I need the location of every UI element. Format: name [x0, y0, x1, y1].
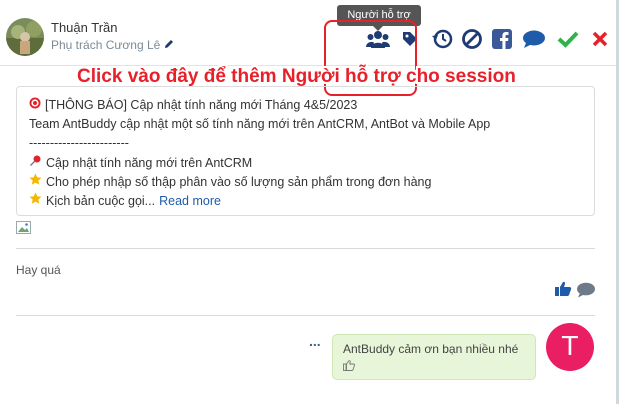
- user-role-label: Phụ trách Cương Lê: [51, 38, 161, 52]
- check-icon: [557, 30, 579, 53]
- conversation-panel: Thuận Trần Phụ trách Cương Lê Người hỗ t…: [0, 0, 619, 404]
- announcement-title: [THÔNG BÁO] Cập nhật tính năng mới Tháng…: [45, 98, 358, 112]
- target-icon: [29, 96, 41, 115]
- user-avatar[interactable]: [6, 18, 44, 56]
- pencil-icon[interactable]: [164, 38, 174, 52]
- resolve-button[interactable]: [556, 29, 580, 53]
- close-icon: [591, 30, 609, 53]
- announcement-item-2: Cho phép nhập số thập phân vào số lượng …: [29, 173, 582, 192]
- announcement-item-2-text: Cho phép nhập số thập phân vào số lượng …: [46, 174, 432, 189]
- star-icon: [29, 173, 42, 192]
- annotation-callout: Click vào đây để thêm Người hỗ trợ cho s…: [77, 66, 516, 87]
- close-button[interactable]: [588, 29, 612, 53]
- pushpin-icon: [29, 154, 42, 173]
- announcement-item-1-text: Cập nhật tính năng mới trên AntCRM: [46, 155, 253, 170]
- bubble-thumbs-up-icon[interactable]: [343, 360, 525, 374]
- chat-icon: [522, 29, 546, 54]
- tag-button[interactable]: [398, 29, 422, 53]
- announcement-item-1: Cập nhật tính năng mới trên AntCRM: [29, 154, 582, 173]
- message-button[interactable]: [522, 29, 546, 53]
- users-icon: [366, 29, 390, 54]
- reply-bubble: AntBuddy cảm ơn bạn nhiều nhé: [332, 334, 536, 380]
- read-more-link[interactable]: Read more: [159, 192, 221, 211]
- reply-text: AntBuddy cảm ơn bạn nhiều nhé: [343, 342, 519, 356]
- facebook-button[interactable]: [490, 28, 514, 55]
- thumbs-up-icon[interactable]: [554, 281, 572, 302]
- add-supporter-button[interactable]: [366, 29, 390, 53]
- star-icon: [29, 192, 42, 211]
- user-role: Phụ trách Cương Lê: [51, 38, 174, 52]
- announcement-card: [THÔNG BÁO] Cập nhật tính năng mới Tháng…: [16, 86, 595, 216]
- divider: [16, 248, 595, 249]
- tag-icon: [401, 30, 419, 53]
- announcement-separator: ------------------------: [29, 136, 129, 151]
- announcement-item-3-text: Kịch bản cuộc gọi...: [46, 194, 156, 209]
- announcement-title-line: [THÔNG BÁO] Cập nhật tính năng mới Tháng…: [29, 96, 582, 115]
- history-button[interactable]: [430, 29, 454, 53]
- block-icon: [461, 28, 483, 55]
- announcement-intro: Team AntBuddy cập nhật một số tính năng …: [29, 117, 491, 132]
- announcement-item-3: Kịch bản cuộc gọi... Read more: [29, 192, 582, 211]
- more-options-dots[interactable]: ...: [309, 333, 321, 349]
- block-button[interactable]: [460, 28, 484, 55]
- reply-chat-icon[interactable]: [576, 282, 596, 303]
- broken-image-icon: [16, 221, 32, 235]
- facebook-icon: [491, 28, 513, 55]
- conversation-header: Thuận Trần Phụ trách Cương Lê Người hỗ t…: [0, 0, 616, 66]
- comment-text: Hay quá: [16, 263, 61, 277]
- supporter-tooltip: Người hỗ trợ: [337, 5, 421, 31]
- agent-avatar[interactable]: T: [546, 323, 594, 371]
- divider: [16, 315, 595, 316]
- history-icon: [431, 28, 453, 55]
- user-name: Thuận Trần: [51, 20, 118, 35]
